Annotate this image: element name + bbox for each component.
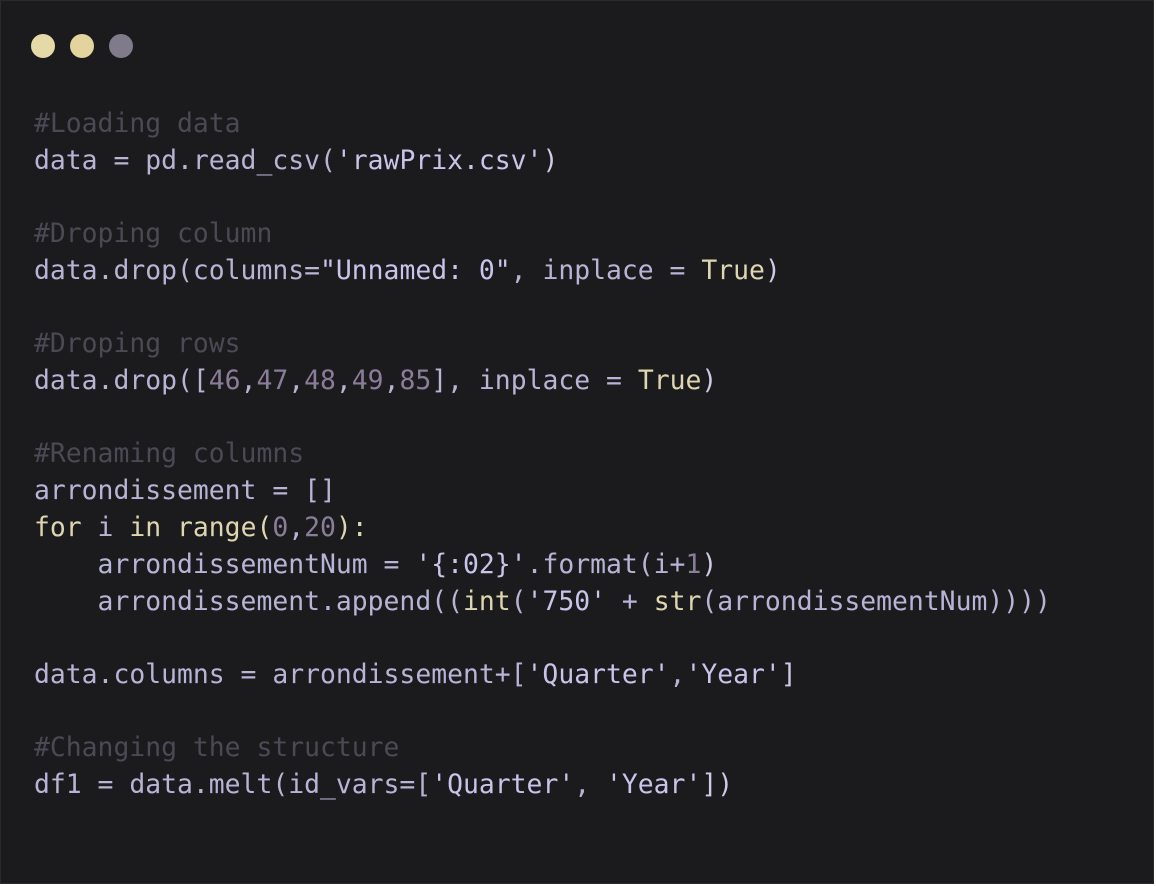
code-line: for i in range(0,20): bbox=[34, 509, 1134, 546]
code-token-identifier: , bbox=[288, 512, 305, 543]
code-token-string: 'Year' bbox=[606, 769, 702, 800]
code-token-identifier: + bbox=[606, 586, 654, 617]
code-token-punctuation: ) bbox=[764, 255, 781, 286]
code-token-identifier: , bbox=[335, 365, 352, 396]
code-line: df1 = data.melt(id_vars=['Quarter', 'Yea… bbox=[34, 766, 1134, 803]
code-token-comment: #Droping rows bbox=[34, 328, 241, 359]
code-line: #Renaming columns bbox=[34, 435, 1134, 472]
code-token-keyword: int bbox=[463, 586, 511, 617]
code-token-keyword: True bbox=[701, 255, 765, 286]
code-token-keyword: str bbox=[653, 586, 702, 617]
code-token-identifier: , bbox=[240, 365, 257, 396]
code-token-keyword: in bbox=[129, 512, 162, 543]
code-token-punctuation: ] bbox=[780, 659, 797, 690]
code-token-number: 1 bbox=[685, 549, 702, 580]
code-token-comment: #Changing the structure bbox=[34, 732, 400, 763]
code-token-number: 46 bbox=[208, 365, 241, 396]
code-line: arrondissementNum = '{:02}'.format(i+1) bbox=[34, 546, 1134, 583]
code-token-identifier: data.drop([ bbox=[34, 365, 209, 396]
code-line: data.drop(columns="Unnamed: 0", inplace … bbox=[34, 252, 1134, 289]
close-dot[interactable] bbox=[31, 34, 55, 58]
code-token-identifier: .format(i+ bbox=[526, 549, 686, 580]
code-token-identifier: arrondissement.append(( bbox=[34, 586, 463, 617]
code-token-number: 49 bbox=[351, 365, 384, 396]
code-token-string: 'Quarter' bbox=[526, 659, 670, 690]
code-line: #Loading data bbox=[34, 105, 1134, 142]
code-block: #Loading data data = pd.read_csv('rawPrix… bbox=[34, 105, 1134, 803]
code-token-identifier: arrondissementNum = bbox=[34, 549, 416, 580]
code-token-keyword: for bbox=[34, 512, 82, 543]
code-line: #Changing the structure bbox=[34, 729, 1134, 766]
code-token-string: 'Year' bbox=[685, 659, 781, 690]
code-line: #Droping rows bbox=[34, 325, 1134, 362]
code-token-identifier: data = pd.read_csv( bbox=[34, 145, 336, 176]
code-line: #Droping column bbox=[34, 215, 1134, 252]
code-line: data.columns = arrondissement+['Quarter'… bbox=[34, 656, 1134, 693]
code-token-identifier: , bbox=[383, 365, 400, 396]
code-token-punctuation: ) bbox=[701, 549, 718, 580]
code-token-keyword: ): bbox=[335, 512, 368, 543]
code-token-punctuation: ) bbox=[542, 145, 559, 176]
minimize-dot[interactable] bbox=[70, 34, 94, 58]
code-line: data = pd.read_csv('rawPrix.csv') bbox=[34, 142, 1134, 179]
code-token-identifier: i bbox=[81, 512, 130, 543]
code-token-comment: #Droping column bbox=[34, 218, 273, 249]
code-token-string: 'rawPrix.csv' bbox=[335, 145, 543, 176]
code-token-identifier: (arrondissementNum)))) bbox=[701, 586, 1051, 617]
code-token-identifier: ( bbox=[510, 586, 527, 617]
code-token-number: 47 bbox=[256, 365, 289, 396]
code-token-number: 0 bbox=[272, 512, 289, 543]
code-token-identifier: , bbox=[669, 659, 686, 690]
code-token-number: 20 bbox=[304, 512, 336, 543]
code-token-string: '750' bbox=[526, 586, 607, 617]
code-token-identifier: ], inplace = bbox=[431, 365, 638, 396]
code-line: arrondissement = [] bbox=[34, 472, 1134, 509]
code-token-identifier: data.columns = arrondissement+[ bbox=[34, 659, 527, 690]
code-token-identifier: data.drop(columns= bbox=[34, 255, 320, 286]
code-token-identifier: df1 = data.melt(id_vars=[ bbox=[34, 769, 432, 800]
code-token-string: 'Quarter' bbox=[431, 769, 575, 800]
code-token-keyword: True bbox=[637, 365, 702, 396]
code-token-punctuation: ) bbox=[701, 365, 718, 396]
code-token-identifier: , inplace = bbox=[510, 255, 702, 286]
code-token-punctuation: ]) bbox=[701, 769, 734, 800]
code-token-identifier: , bbox=[288, 365, 305, 396]
code-token-identifier: , bbox=[574, 769, 606, 800]
code-token-string: '{:02}' bbox=[415, 549, 527, 580]
code-token-string: "Unnamed: 0" bbox=[320, 255, 511, 286]
code-window: #Loading data data = pd.read_csv('rawPrix… bbox=[0, 0, 1154, 884]
code-line: arrondissement.append((int('750' + str(a… bbox=[34, 583, 1134, 620]
code-token-comment: #Loading data bbox=[34, 108, 241, 139]
code-token-number: 48 bbox=[304, 365, 336, 396]
code-token-keyword: range( bbox=[161, 512, 273, 543]
code-token-comment: #Renaming columns bbox=[34, 438, 305, 469]
code-token-number: 85 bbox=[399, 365, 432, 396]
window-controls bbox=[31, 34, 133, 58]
code-token-identifier: arrondissement = [] bbox=[34, 475, 336, 506]
maximize-dot[interactable] bbox=[109, 34, 133, 58]
code-line: data.drop([46,47,48,49,85], inplace = Tr… bbox=[34, 362, 1134, 399]
